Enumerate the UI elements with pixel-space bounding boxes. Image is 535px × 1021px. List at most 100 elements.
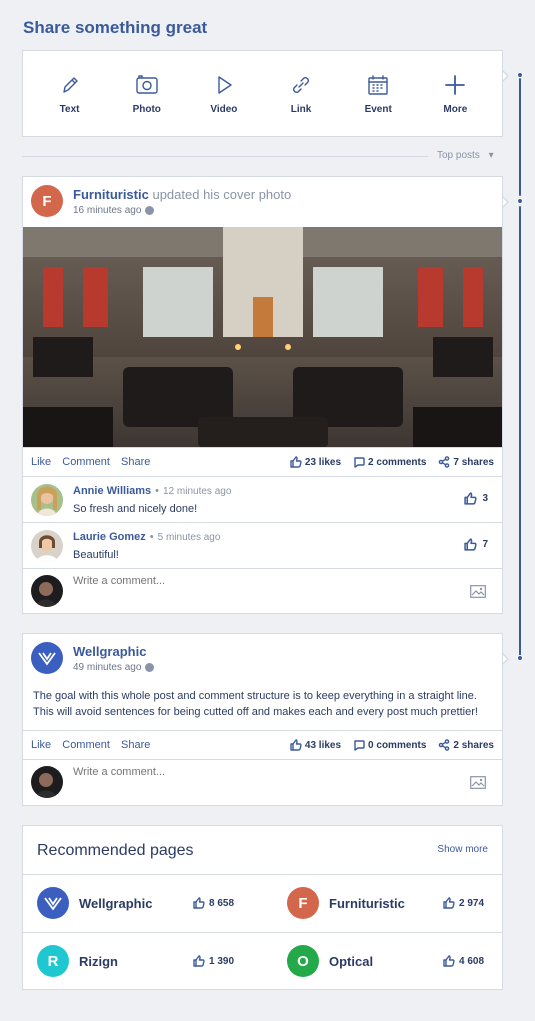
comment-input[interactable] (73, 575, 453, 587)
comment-likes-count: 7 (482, 539, 488, 550)
thumbs-up-icon (443, 955, 455, 967)
timeline-dot (517, 198, 523, 204)
sort-dropdown[interactable]: Top posts ▾ (437, 150, 494, 161)
page-likes: 2 974 (443, 897, 484, 909)
like-button[interactable]: Like (31, 456, 51, 468)
timeline-dot (517, 655, 523, 661)
recommended-page[interactable]: O Optical 4 608 (273, 933, 513, 991)
likes-text: 8 658 (209, 897, 235, 909)
likes-text: 43 likes (304, 739, 342, 751)
post-time: 16 minutes ago (73, 205, 155, 216)
comment-likes-count: 3 (482, 493, 488, 504)
comment-button[interactable]: Comment (62, 456, 110, 468)
composer-photo-label: Photo (132, 104, 161, 115)
timeline-caret (502, 70, 509, 82)
comments-count[interactable]: 0 comments (353, 739, 426, 751)
page-likes: 4 608 (443, 955, 484, 967)
likes-count[interactable]: 43 likes (290, 739, 341, 751)
caret-down-icon: ▾ (488, 150, 494, 161)
composer-link-button[interactable]: Link (266, 72, 336, 115)
avatar[interactable] (37, 887, 69, 919)
composer-text-button[interactable]: Text (35, 72, 105, 115)
comment-item: Laurie Gomez • 5 minutes ago Beautiful! 7 (23, 523, 502, 569)
share-icon (439, 456, 450, 468)
thumbs-up-icon (464, 538, 478, 551)
recommended-page[interactable]: R Rizign 1 390 (23, 933, 263, 991)
avatar[interactable]: F (31, 185, 63, 217)
plus-icon (445, 75, 466, 95)
post-author-line: Wellgraphic (73, 644, 146, 659)
avatar[interactable]: R (37, 945, 69, 977)
avatar[interactable] (31, 530, 63, 562)
globe-icon (145, 663, 155, 672)
page-name[interactable]: Rizign (79, 954, 118, 969)
post-card: F Furnituristic updated his cover photo … (22, 176, 503, 614)
commenter-name[interactable]: Annie Williams (73, 485, 151, 497)
composer-video-button[interactable]: Video (189, 72, 259, 115)
author-name[interactable]: Wellgraphic (73, 644, 146, 659)
share-button[interactable]: Share (121, 456, 150, 468)
thumbs-up-icon (290, 456, 302, 468)
recommended-page[interactable]: Wellgraphic 8 658 (23, 875, 263, 933)
timeline-caret (502, 196, 509, 208)
share-button[interactable]: Share (121, 739, 150, 751)
time-text: 49 minutes ago (73, 662, 142, 673)
author-name[interactable]: Furnituristic (73, 187, 149, 202)
globe-icon (145, 206, 155, 215)
timeline-caret (502, 653, 509, 665)
show-more-link[interactable]: Show more (437, 844, 488, 855)
avatar-initial: F (298, 894, 308, 912)
comment-button[interactable]: Comment (62, 739, 110, 751)
recommended-page[interactable]: F Furnituristic 2 974 (273, 875, 513, 933)
recommended-pages-card: Recommended pages Show more Wellgraphic … (22, 825, 503, 990)
post-card: Wellgraphic 49 minutes ago The goal with… (22, 633, 503, 806)
comment-header: Laurie Gomez • 5 minutes ago (73, 531, 220, 543)
thumbs-up-icon (193, 955, 205, 967)
avatar[interactable]: F (287, 887, 319, 919)
like-button[interactable]: Like (31, 739, 51, 751)
post-body: The goal with this whole post and commen… (33, 690, 478, 718)
likes-count[interactable]: 23 likes (290, 456, 341, 468)
image-icon[interactable] (470, 776, 486, 789)
post-header: Wellgraphic 49 minutes ago (23, 634, 502, 684)
likes-text: 2 974 (459, 897, 485, 909)
comment-like-button[interactable]: 3 (464, 492, 488, 505)
share-icon (439, 739, 450, 751)
page-name[interactable]: Wellgraphic (79, 896, 152, 911)
feed-divider (22, 156, 428, 157)
image-icon[interactable] (470, 585, 486, 598)
recommended-title: Recommended pages (37, 842, 194, 859)
comment-input[interactable] (73, 766, 453, 778)
avatar[interactable]: O (287, 945, 319, 977)
pencil-icon (62, 77, 78, 93)
composer-event-button[interactable]: Event (343, 72, 413, 115)
avatar-initial: O (297, 952, 309, 970)
avatar[interactable] (31, 642, 63, 674)
page-name[interactable]: Optical (329, 954, 373, 969)
page-likes: 1 390 (193, 955, 234, 967)
link-icon (293, 77, 310, 93)
page-title: Share something great (23, 18, 208, 37)
post-author-line: Furnituristic updated his cover photo (73, 187, 291, 202)
shares-count[interactable]: 7 shares (438, 456, 494, 468)
comment-time: 12 minutes ago (163, 486, 232, 497)
separator-dot: • (149, 531, 154, 543)
thumbs-up-icon (193, 897, 205, 909)
composer-photo-button[interactable]: Photo (112, 72, 182, 115)
separator-dot: • (155, 485, 159, 497)
composer-more-button[interactable]: More (420, 72, 490, 115)
avatar[interactable] (31, 484, 63, 516)
comments-text: 0 comments (368, 739, 427, 751)
comment-text: So fresh and nicely done! (73, 503, 198, 515)
comment-like-button[interactable]: 7 (464, 538, 488, 551)
cover-photo[interactable] (23, 227, 502, 447)
composer-more-label: More (443, 104, 468, 115)
thumbs-up-icon (290, 739, 302, 751)
calendar-icon (368, 75, 388, 95)
commenter-name[interactable]: Laurie Gomez (73, 531, 146, 543)
comments-count[interactable]: 2 comments (353, 456, 426, 468)
shares-text: 7 shares (453, 456, 494, 468)
shares-count[interactable]: 2 shares (438, 739, 494, 751)
page-name[interactable]: Furnituristic (329, 896, 405, 911)
comments-text: 2 comments (368, 456, 427, 468)
